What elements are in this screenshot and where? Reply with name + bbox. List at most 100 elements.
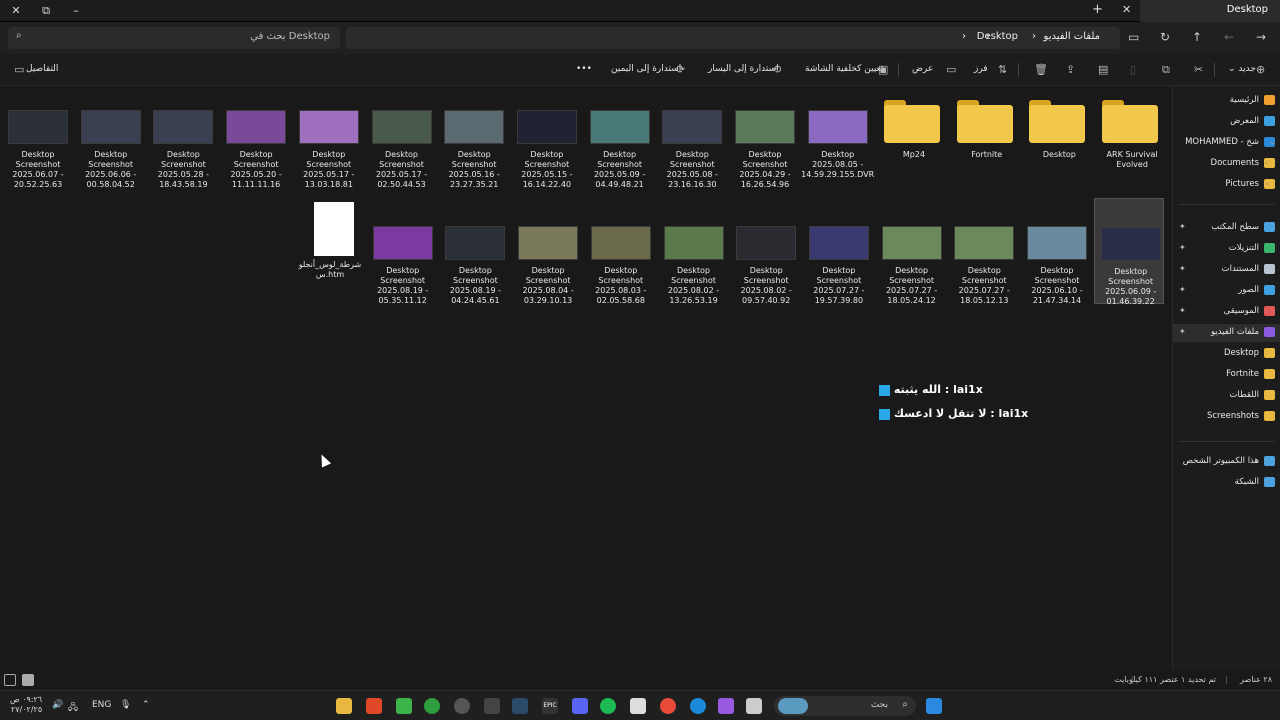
pin-icon[interactable]: ✦ xyxy=(1179,306,1186,315)
file-item[interactable]: Desktop Screenshot 2025.04.29 -16.26.54.96 xyxy=(729,82,799,189)
file-item[interactable]: Desktop Screenshot 2025.06.09 -01.46.39.22 xyxy=(1093,198,1164,306)
sidebar-item[interactable]: الرئيسية xyxy=(1173,92,1280,110)
details-view-icon[interactable] xyxy=(4,674,16,686)
show-hidden-icons[interactable]: ⌃ xyxy=(142,700,150,710)
sidebar-item[interactable]: ملفات الفيديو ✦ xyxy=(1173,324,1280,342)
file-item[interactable]: Desktop Screenshot 2025.06.07 -20.52.25.63 xyxy=(2,82,72,189)
delete-icon[interactable]: 🗑 xyxy=(1034,63,1048,76)
sidebar-item[interactable]: Desktop xyxy=(1173,345,1280,363)
file-item[interactable]: Desktop Screenshot 2025.05.15 -16.14.22.40 xyxy=(511,82,581,189)
sidebar-item[interactable]: Screenshots xyxy=(1173,408,1280,426)
sidebar-item[interactable]: Documents ‹ xyxy=(1173,155,1280,173)
clock[interactable]: ٠٩:٢٦ ص ٢٧/٠٢/٢٥ xyxy=(10,695,42,715)
file-item[interactable]: Desktop Screenshot 2025.05.08 -23.16.16.30 xyxy=(656,82,726,189)
expand-chevron-icon[interactable]: ‹ xyxy=(1265,456,1268,465)
start-icon[interactable] xyxy=(926,698,942,714)
expand-chevron-icon[interactable]: ‹ xyxy=(1265,179,1268,188)
discord-icon[interactable] xyxy=(572,698,588,714)
monitor-icon[interactable]: ▭ xyxy=(1128,30,1139,44)
edge-icon[interactable] xyxy=(690,698,706,714)
sidebar-item[interactable]: المعرض xyxy=(1173,113,1280,131)
folder-item[interactable]: Fortnite xyxy=(943,82,1013,188)
sidebar-item[interactable]: الموسيقى ✦ xyxy=(1173,303,1280,321)
file-explorer-icon[interactable] xyxy=(336,698,352,714)
folder-item[interactable]: Desktop xyxy=(1015,82,1086,188)
expand-chevron-icon[interactable]: ‹ xyxy=(1265,477,1268,486)
spotify-icon[interactable] xyxy=(600,698,616,714)
file-item[interactable]: Desktop Screenshot 2025.06.06 -00.58.04.52 xyxy=(75,82,145,189)
more-button[interactable]: ••• xyxy=(576,64,592,74)
sidebar-item[interactable]: هذا الكمبيوتر الشخص ‹ xyxy=(1173,453,1280,471)
refresh-icon[interactable]: ↻ xyxy=(1160,30,1170,44)
language-indicator[interactable]: ENG xyxy=(92,700,111,710)
file-item[interactable]: Desktop Screenshot 2025.05.17 -02.50.44.53 xyxy=(366,82,436,189)
rotate-right-button[interactable]: استدارة إلى اليمين xyxy=(611,64,681,74)
file-item[interactable]: Desktop Screenshot 2025.06.10 -21.47.34.14 xyxy=(1021,198,1091,305)
xbox-icon[interactable] xyxy=(424,698,440,714)
copilot-icon[interactable] xyxy=(718,698,734,714)
sidebar-item[interactable]: الشبكة ‹ xyxy=(1173,474,1280,492)
sidebar-item[interactable]: Fortnite xyxy=(1173,366,1280,384)
taskbar-search[interactable]: بحث ⌕ xyxy=(774,696,916,716)
file-item[interactable]: Desktop Screenshot 2025.08.04 -03.29.10.13 xyxy=(512,198,582,305)
pin-icon[interactable]: ✦ xyxy=(1179,243,1186,252)
steam-icon[interactable] xyxy=(512,698,528,714)
pin-icon[interactable]: ✦ xyxy=(1179,222,1186,231)
rotate-left-button[interactable]: استدارة إلى اليسار xyxy=(708,64,779,74)
microphone-icon[interactable]: 🎙 xyxy=(120,700,131,710)
app-window-icon[interactable] xyxy=(746,698,762,714)
app-icon[interactable] xyxy=(484,698,500,714)
sidebar-item[interactable]: Pictures ‹ xyxy=(1173,176,1280,194)
forward-arrow-icon[interactable]: ← xyxy=(1224,30,1234,44)
file-item[interactable]: شرطة_لوس_أنجلو س.htm xyxy=(294,198,364,304)
breadcrumb-videos[interactable]: ملفات الفيديو xyxy=(1044,31,1100,42)
folder-item[interactable]: Mp24 xyxy=(870,82,940,188)
address-bar[interactable]: › ملفات الفيديو › Desktop › xyxy=(346,27,1120,49)
network-icon[interactable]: 🖧 xyxy=(68,700,78,716)
file-item[interactable]: Desktop Screenshot 2025.08.19 -05.35.11.12 xyxy=(367,198,437,305)
new-button[interactable]: ⌄ جديد xyxy=(1228,64,1256,74)
sidebar-item[interactable]: MOHAMMED - شخ ⌄ xyxy=(1173,134,1280,152)
file-item[interactable]: Desktop 2025.08.05 -14.59.29.155.DVR xyxy=(801,82,874,188)
cut-icon[interactable]: ✂ xyxy=(1194,63,1203,76)
expand-chevron-icon[interactable]: ⌄ xyxy=(1269,137,1276,146)
search-box[interactable]: ⌕ بحث في Desktop xyxy=(8,27,340,49)
minimize-icon[interactable]: – xyxy=(66,3,86,19)
copy-icon[interactable]: ⧉ xyxy=(1162,63,1170,77)
sort-button[interactable]: فرز xyxy=(974,64,988,74)
close-icon[interactable]: ✕ xyxy=(6,3,26,19)
file-item[interactable]: Desktop Screenshot 2025.08.02 -09.57.40.92 xyxy=(730,198,800,305)
file-item[interactable]: Desktop Screenshot 2025.05.28 -18.43.58.19 xyxy=(147,82,217,189)
rename-icon[interactable]: ▤ xyxy=(1098,63,1108,76)
maximize-icon[interactable]: ⧉ xyxy=(36,3,56,19)
chrome-icon[interactable] xyxy=(660,698,676,714)
volume-icon[interactable]: 🔊 xyxy=(52,700,63,710)
tab-desktop[interactable]: Desktop xyxy=(1140,0,1280,22)
rockstar-icon[interactable] xyxy=(454,698,470,714)
file-item[interactable]: Desktop Screenshot 2025.07.27 -18.05.12.13 xyxy=(948,198,1018,305)
file-item[interactable]: Desktop Screenshot 2025.07.27 -18.05.24.12 xyxy=(876,198,946,305)
share-icon[interactable]: ⇪ xyxy=(1066,63,1075,76)
file-item[interactable]: Desktop Screenshot 2025.07.27 -19.57.39.80 xyxy=(803,198,873,305)
pin-icon[interactable]: ✦ xyxy=(1179,327,1186,336)
minecraft-icon[interactable] xyxy=(396,698,412,714)
sidebar-item[interactable]: التنزيلات ✦ xyxy=(1173,240,1280,258)
file-item[interactable]: Desktop Screenshot 2025.05.16 -23.27.35.21 xyxy=(438,82,508,189)
details-button[interactable]: التفاصيل xyxy=(26,64,58,74)
brave-icon[interactable] xyxy=(366,698,382,714)
epic-games-icon[interactable]: EPIC xyxy=(542,698,558,714)
pin-icon[interactable]: ✦ xyxy=(1179,264,1186,273)
store-icon[interactable] xyxy=(630,698,646,714)
sidebar-item[interactable]: الصور ✦ xyxy=(1173,282,1280,300)
file-item[interactable]: Desktop Screenshot 2025.08.02 -13.26.53.19 xyxy=(658,198,728,305)
sidebar-item[interactable]: اللقطات xyxy=(1173,387,1280,405)
back-arrow-icon[interactable]: → xyxy=(1256,30,1266,44)
up-arrow-icon[interactable]: ↑ xyxy=(1192,30,1202,44)
file-item[interactable]: Desktop Screenshot 2025.05.09 -04.49.48.21 xyxy=(584,82,654,189)
file-item[interactable]: Desktop Screenshot 2025.08.19 -04.24.45.61 xyxy=(439,198,509,305)
paste-icon[interactable]: ▯ xyxy=(1130,63,1136,76)
sidebar-item[interactable]: سطح المكتب ✦ xyxy=(1173,219,1280,237)
breadcrumb-desktop[interactable]: Desktop xyxy=(977,31,1018,42)
tiles-view-icon[interactable] xyxy=(22,674,34,686)
tab-close-icon[interactable]: ✕ xyxy=(1122,3,1131,16)
